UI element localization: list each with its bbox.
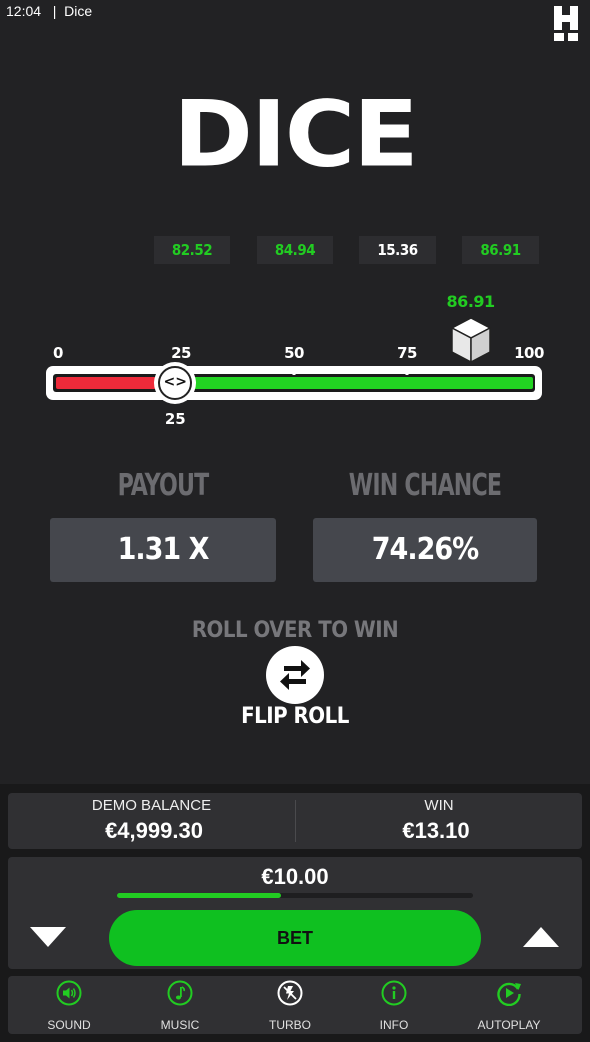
payout-field[interactable]: 1.31 X [50,518,276,582]
history-chip: 82.52 [154,236,230,264]
drag-arrows-icon: <> [158,366,193,400]
win-label: WIN [424,797,454,814]
status-app-name: Dice [64,3,93,19]
win-range-bar [189,377,533,389]
increase-bet-button[interactable] [521,924,561,950]
tick-label: 0 [53,344,63,362]
flip-roll-label[interactable]: FLIP ROLL [0,704,590,729]
tick-label: 100 [514,344,544,362]
nav-label: SOUND [47,1018,91,1032]
nav-label: TURBO [269,1018,311,1032]
target-value: 25 [164,410,186,428]
dice-icon [449,317,492,364]
history-value: 82.52 [171,241,213,259]
tick-label: 25 [171,344,191,362]
brand-logo-icon [554,6,578,41]
turbo-off-icon [277,980,303,1006]
nav-label: MUSIC [160,1018,200,1032]
payout-value: 1.31 X [117,532,210,567]
info-icon [381,980,407,1006]
lose-range-bar [56,377,162,389]
music-note-icon [167,980,193,1006]
tick-label: 75 [397,344,417,362]
win-chance-field[interactable]: 74.26% [313,518,537,582]
nav-sound[interactable]: SOUND [19,976,119,1034]
bet-amount: €10.00 [261,864,329,889]
history-value: 86.91 [480,241,521,259]
status-bar: 12:04 | Dice [6,3,92,19]
nav-music[interactable]: MUSIC [130,976,230,1034]
nav-label: AUTOPLAY [477,1018,541,1032]
last-roll-value: 86.91 [446,292,496,311]
tick-label: 50 [284,344,304,362]
history-value: 84.94 [274,241,316,259]
slider-handle[interactable]: <> [154,362,197,404]
nav-autoplay[interactable]: AUTOPLAY [459,976,559,1034]
bet-button[interactable]: BET [109,910,481,966]
speaker-icon [56,980,82,1006]
roll-mode-text: ROLL OVER TO WIN [191,618,399,643]
win-chance-label: WIN CHANCE [348,468,502,503]
bet-level-fill [117,893,281,898]
triangle-down-icon [30,927,66,947]
win-chance-value: 74.26% [371,532,479,567]
history-chip: 15.36 [359,236,436,264]
game-title: DICE [173,80,418,188]
nav-label: INFO [379,1018,409,1032]
payout-label: PAYOUT [117,468,210,503]
history-chip: 84.94 [257,236,333,264]
slider-tick-mark [292,366,296,375]
decrease-bet-button[interactable] [28,924,68,950]
nav-info[interactable]: INFO [344,976,444,1034]
autoplay-icon [497,982,521,1006]
history-chip: 86.91 [462,236,539,264]
flip-roll-button[interactable] [266,646,324,704]
triangle-up-icon [523,927,559,947]
demo-balance-label: DEMO BALANCE [91,797,212,814]
status-separator: | [52,3,57,19]
slider-tick-mark [405,366,409,375]
demo-balance-value: €4,999.30 [105,818,203,843]
status-time: 12:04 [6,3,42,19]
win-value: €13.10 [402,818,470,843]
nav-turbo[interactable]: TURBO [240,976,340,1034]
history-value: 15.36 [377,241,418,259]
